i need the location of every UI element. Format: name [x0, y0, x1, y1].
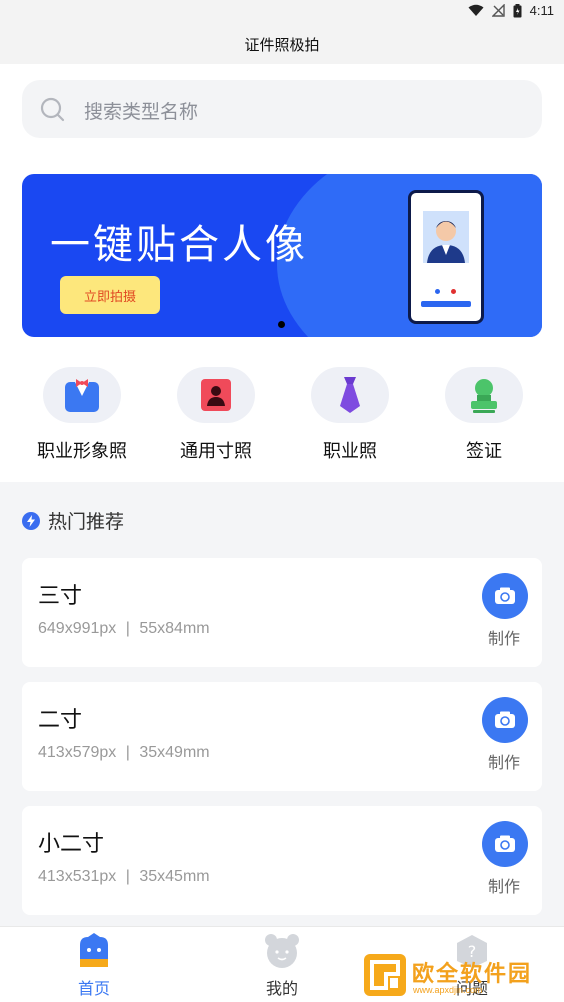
battery-icon — [513, 3, 522, 17]
section-title: 热门推荐 — [48, 511, 125, 533]
no-signal-icon — [491, 4, 505, 17]
watermark-text: 欧全软件园 — [412, 962, 533, 987]
category-label: 职业形象照 — [37, 441, 127, 462]
watermark-logo-icon — [364, 954, 406, 996]
size-pixels: 413x579px — [38, 744, 117, 761]
shoot-now-button[interactable]: 立即拍摄 — [60, 276, 160, 314]
app-title-bar: 证件照极拍 — [0, 24, 564, 64]
size-spec: 413x531px | 35x45mm — [38, 868, 210, 886]
category-icon-wrap — [177, 367, 255, 423]
size-mm: 35x49mm — [139, 744, 210, 761]
phone-illustration — [408, 190, 484, 324]
spec-separator: | — [125, 744, 130, 761]
status-time: 4:11 — [529, 3, 554, 18]
tab-home[interactable]: 首页 — [34, 927, 154, 1002]
size-mm: 55x84mm — [139, 620, 210, 637]
person-icon — [427, 221, 465, 263]
lightning-icon — [22, 511, 40, 530]
top-area: 搜索类型名称 一键贴合人像 立即拍摄 职业形象照 通用寸照 职业照 签证 — [0, 64, 564, 482]
tab-label: 首页 — [77, 979, 110, 998]
size-card-small-2inch[interactable]: 小二寸 413x531px | 35x45mm 制作 — [22, 806, 542, 915]
carousel-indicator[interactable] — [278, 321, 285, 328]
category-label: 通用寸照 — [180, 441, 252, 462]
phone-dot-red — [451, 289, 456, 294]
size-spec: 649x991px | 55x84mm — [38, 620, 210, 638]
wifi-icon — [468, 4, 484, 16]
spec-separator: | — [125, 620, 130, 637]
size-mm: 35x45mm — [139, 868, 210, 885]
search-input[interactable]: 搜索类型名称 — [84, 97, 198, 124]
stamp-icon — [471, 379, 497, 413]
promo-banner[interactable]: 一键贴合人像 立即拍摄 — [22, 174, 542, 337]
home-icon — [80, 933, 108, 967]
make-label[interactable]: 制作 — [488, 873, 520, 897]
camera-icon — [495, 711, 515, 728]
tab-profile[interactable]: 我的 — [222, 927, 342, 1002]
camera-icon — [495, 835, 515, 852]
size-card-3inch[interactable]: 三寸 649x991px | 55x84mm 制作 — [22, 558, 542, 667]
watermark: 欧全软件园 www.apxdjin.com — [364, 952, 560, 998]
tab-label: 我的 — [265, 979, 298, 998]
make-label[interactable]: 制作 — [488, 625, 520, 649]
category-professional[interactable]: 职业照 — [290, 367, 410, 463]
category-grid: 职业形象照 通用寸照 职业照 签证 — [0, 367, 564, 467]
category-visa[interactable]: 签证 — [424, 367, 544, 463]
size-pixels: 649x991px — [38, 620, 117, 637]
hot-recommend-header: 热门推荐 — [22, 507, 124, 534]
id-photo-icon — [201, 379, 231, 411]
page-title: 证件照极拍 — [244, 35, 320, 54]
status-icons: 4:11 — [468, 3, 554, 18]
size-name: 小二寸 — [38, 832, 105, 857]
size-spec: 413x579px | 35x49mm — [38, 744, 210, 762]
category-professional-image[interactable]: 职业形象照 — [22, 367, 142, 463]
make-button[interactable] — [482, 697, 528, 743]
camera-icon — [495, 587, 515, 604]
category-label: 签证 — [466, 441, 502, 462]
search-bar[interactable]: 搜索类型名称 — [22, 80, 542, 138]
tie-icon — [340, 377, 360, 413]
bear-profile-icon — [265, 934, 299, 968]
make-button[interactable] — [482, 573, 528, 619]
category-general-id[interactable]: 通用寸照 — [156, 367, 276, 463]
phone-dot-blue — [435, 289, 440, 294]
size-name: 三寸 — [38, 584, 83, 609]
suit-bowtie-icon — [65, 379, 99, 412]
watermark-url: www.apxdjin.com — [413, 985, 483, 995]
category-icon-wrap — [43, 367, 121, 423]
status-bar: 4:11 — [0, 0, 564, 24]
spec-separator: | — [125, 868, 130, 885]
phone-bar — [421, 301, 471, 307]
portrait-illustration — [423, 211, 469, 263]
make-label[interactable]: 制作 — [488, 749, 520, 773]
banner-title: 一键贴合人像 — [50, 222, 308, 268]
size-pixels: 413x531px — [38, 868, 117, 885]
search-icon — [40, 97, 65, 122]
size-card-2inch[interactable]: 二寸 413x579px | 35x49mm 制作 — [22, 682, 542, 791]
make-button[interactable] — [482, 821, 528, 867]
category-label: 职业照 — [323, 441, 377, 462]
category-icon-wrap — [311, 367, 389, 423]
category-icon-wrap — [445, 367, 523, 423]
size-name: 二寸 — [38, 708, 83, 733]
